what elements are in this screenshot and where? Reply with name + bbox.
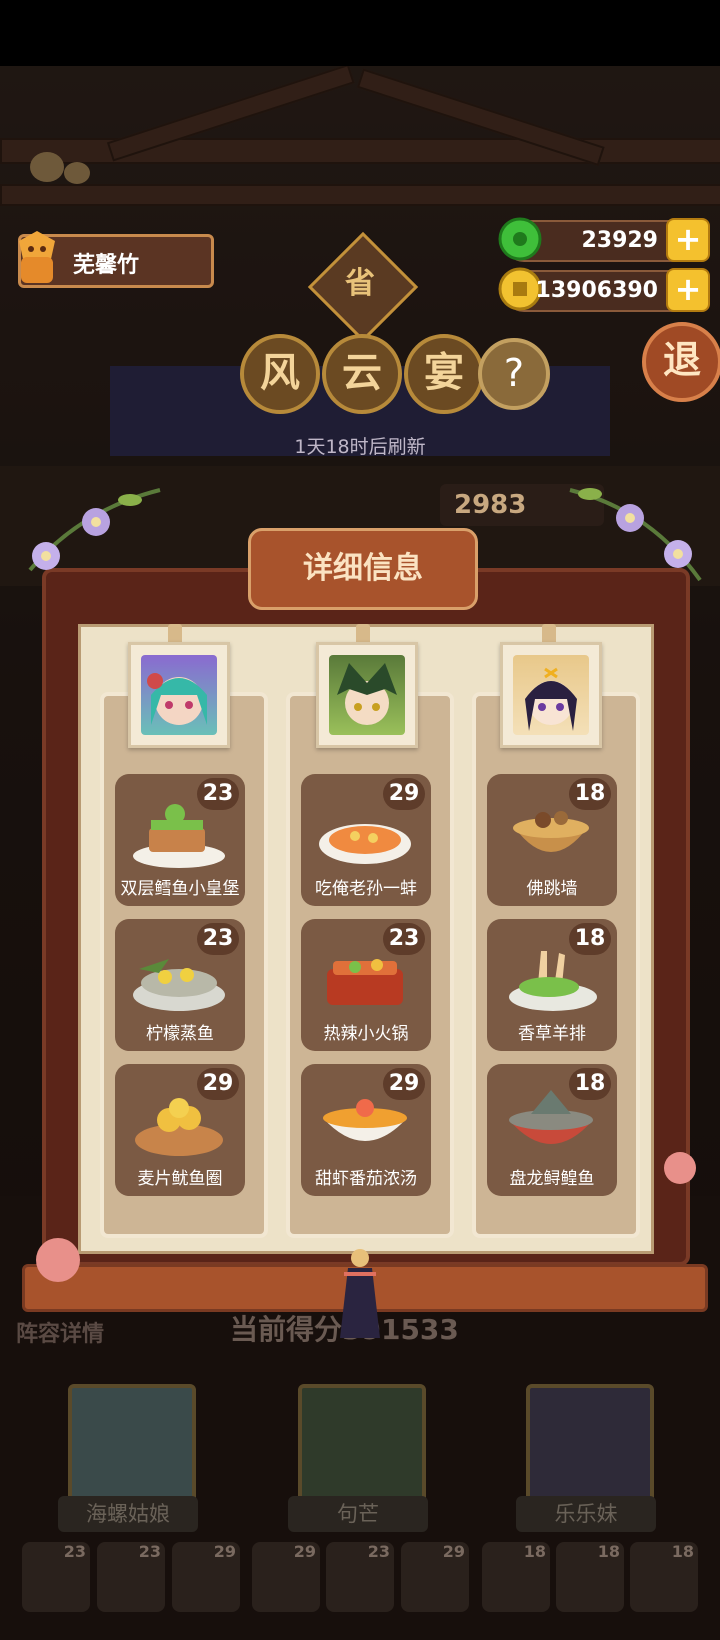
sea-snail-girl-avatar-icon bbox=[147, 673, 207, 725]
chef-name: 句芒 bbox=[288, 1496, 428, 1532]
dish-slot-level: 18 bbox=[597, 1542, 620, 1561]
chef-portrait-lele-mei bbox=[500, 642, 602, 748]
chef-portrait-sea-snail-girl bbox=[128, 642, 230, 748]
chef-portrait-gou-mang[interactable] bbox=[298, 1384, 426, 1510]
dish-slot-level: 23 bbox=[367, 1542, 390, 1561]
jade-coin-icon bbox=[498, 217, 542, 261]
dish-card[interactable]: 23 热辣小火锅 bbox=[301, 919, 431, 1051]
dish-slot-level: 23 bbox=[138, 1542, 161, 1561]
dish-level: 23 bbox=[197, 778, 239, 810]
dish-name: 热辣小火锅 bbox=[323, 1024, 409, 1044]
dish-level: 18 bbox=[569, 778, 611, 810]
dish-name: 柠檬蒸鱼 bbox=[146, 1024, 214, 1044]
add-gold-button[interactable]: + bbox=[666, 268, 710, 312]
help-button[interactable]: ? bbox=[478, 338, 550, 410]
dish-name: 佛跳墙 bbox=[526, 879, 578, 899]
blossom-decoration bbox=[36, 1238, 80, 1282]
modal-title-banner: 详细信息 bbox=[248, 528, 478, 610]
event-title-char: 风 bbox=[240, 334, 320, 414]
event-title-char: 云 bbox=[322, 334, 402, 414]
dish-level: 29 bbox=[383, 778, 425, 810]
player-avatar-icon bbox=[19, 231, 55, 283]
dish-card[interactable]: 23 柠檬蒸鱼 bbox=[115, 919, 245, 1051]
dish-name: 双层鳕鱼小皇堡 bbox=[120, 879, 240, 899]
chef-name: 乐乐妹 bbox=[516, 1496, 656, 1532]
dish-slot-level: 29 bbox=[293, 1542, 316, 1561]
chef-name: 海螺姑娘 bbox=[58, 1496, 198, 1532]
modal-title: 详细信息 bbox=[303, 551, 423, 586]
dish-card[interactable]: 29 吃俺老孙一蚌 bbox=[301, 774, 431, 906]
dish-slot[interactable]: 18 bbox=[630, 1542, 698, 1612]
dish-slot[interactable]: 29 bbox=[401, 1542, 469, 1612]
dish-slot[interactable]: 18 bbox=[556, 1542, 624, 1612]
player-name-plate[interactable]: 芜馨竹 bbox=[18, 231, 214, 288]
dish-slot-level: 18 bbox=[671, 1542, 694, 1561]
add-jade-button[interactable]: + bbox=[666, 218, 710, 262]
lineup-details-label: 阵容详情 bbox=[16, 1322, 105, 1347]
jade-amount: 23929 bbox=[581, 228, 658, 253]
dish-slot[interactable]: 23 bbox=[326, 1542, 394, 1612]
tassel-icon bbox=[340, 1249, 380, 1338]
dish-slot-level: 18 bbox=[523, 1542, 546, 1561]
dish-slot[interactable]: 18 bbox=[482, 1542, 550, 1612]
exit-button[interactable]: 退 bbox=[642, 322, 720, 402]
chef-portrait-lele-mei[interactable] bbox=[526, 1384, 654, 1510]
jade-resource-bar: 23929 + bbox=[498, 217, 710, 262]
player-name: 芜馨竹 bbox=[73, 253, 140, 278]
dish-name: 麦片鱿鱼圈 bbox=[137, 1169, 223, 1189]
chef-portrait-sea-snail-girl[interactable] bbox=[68, 1384, 196, 1510]
dish-name: 盘龙鲟鳇鱼 bbox=[509, 1169, 595, 1189]
dish-level: 23 bbox=[383, 923, 425, 955]
dish-level: 18 bbox=[569, 923, 611, 955]
dish-card[interactable]: 29 麦片鱿鱼圈 bbox=[115, 1064, 245, 1196]
dish-card[interactable]: 18 盘龙鲟鳇鱼 bbox=[487, 1064, 617, 1196]
dish-slot[interactable]: 23 bbox=[97, 1542, 165, 1612]
gold-resource-bar: 13906390 + bbox=[498, 267, 710, 312]
refresh-timer: 1天18时后刷新 bbox=[294, 436, 426, 458]
dish-name: 甜虾番茄浓汤 bbox=[315, 1169, 417, 1189]
blossom-decoration bbox=[664, 1152, 696, 1184]
dish-level: 29 bbox=[383, 1068, 425, 1100]
dish-slot[interactable]: 23 bbox=[22, 1542, 90, 1612]
dish-slot-level: 29 bbox=[442, 1542, 465, 1561]
dish-card[interactable]: 18 佛跳墙 bbox=[487, 774, 617, 906]
gold-amount: 13906390 bbox=[535, 278, 658, 303]
province-seal-text: 省 bbox=[345, 266, 375, 301]
dish-card[interactable]: 18 香草羊排 bbox=[487, 919, 617, 1051]
dish-card[interactable]: 29 甜虾番茄浓汤 bbox=[301, 1064, 431, 1196]
dish-level: 18 bbox=[569, 1068, 611, 1100]
dish-name: 香草羊排 bbox=[518, 1024, 586, 1044]
gou-mang-avatar-icon bbox=[337, 663, 397, 725]
dish-card[interactable]: 23 双层鳕鱼小皇堡 bbox=[115, 774, 245, 906]
dish-slot-level: 23 bbox=[63, 1542, 86, 1561]
chef-portrait-gou-mang bbox=[316, 642, 418, 748]
flower-vine-decoration bbox=[569, 488, 702, 582]
dish-level: 29 bbox=[197, 1068, 239, 1100]
dish-slot[interactable]: 29 bbox=[172, 1542, 240, 1612]
lele-mei-avatar-icon bbox=[525, 667, 577, 731]
dish-slot[interactable]: 29 bbox=[252, 1542, 320, 1612]
dish-level: 23 bbox=[197, 923, 239, 955]
dish-name: 吃俺老孙一蚌 bbox=[315, 879, 417, 899]
flower-vine-decoration bbox=[28, 488, 161, 572]
dish-slot-level: 29 bbox=[213, 1542, 236, 1561]
event-title-char: 宴 bbox=[404, 334, 484, 414]
